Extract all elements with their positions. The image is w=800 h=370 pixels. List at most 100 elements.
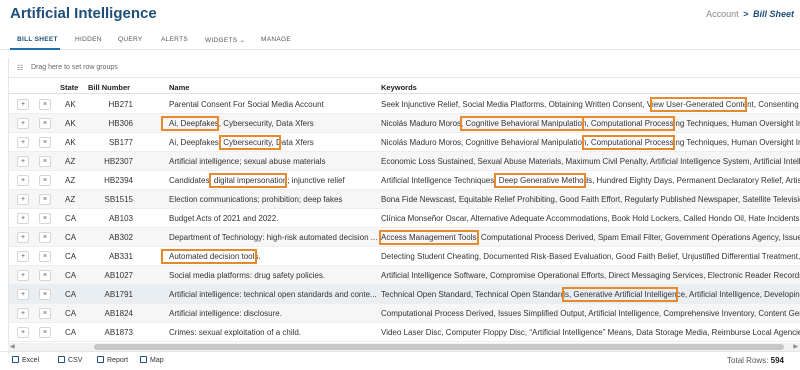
column-header-state[interactable]: State <box>60 83 78 92</box>
column-header-name[interactable]: Name <box>169 83 189 92</box>
table-row[interactable]: + × AZ HB2307 Artificial intelligence; sexua… <box>9 152 800 171</box>
remove-row-icon[interactable]: × <box>39 118 51 129</box>
cell-name[interactable]: Artificial intelligence; sexual abuse ma… <box>169 157 381 166</box>
remove-row-icon[interactable]: × <box>39 213 51 224</box>
highlight-annotation <box>379 230 479 245</box>
scrollbar-thumb[interactable] <box>94 344 784 350</box>
export-csv-button[interactable]: CSV <box>58 356 82 367</box>
cell-state: AZ <box>65 195 76 204</box>
cell-bill-number[interactable]: HB2307 <box>91 157 133 166</box>
remove-row-icon[interactable]: × <box>39 194 51 205</box>
add-row-icon[interactable]: + <box>17 194 29 205</box>
table-row[interactable]: + × CA AB331 Automated decision tools. Detect… <box>9 247 800 266</box>
remove-row-icon[interactable]: × <box>39 99 51 110</box>
remove-row-icon[interactable]: × <box>39 308 51 319</box>
cell-bill-number[interactable]: AB1791 <box>91 290 133 299</box>
add-row-icon[interactable]: + <box>17 251 29 262</box>
row-group-dropzone[interactable]: ☷ Drag here to set row groups <box>9 58 800 78</box>
cell-keywords: Clínica Monseñor Oscar, Alternative Adeq… <box>381 214 800 223</box>
report-button[interactable]: Report <box>97 356 128 367</box>
remove-row-icon[interactable]: × <box>39 327 51 338</box>
remove-row-icon[interactable]: × <box>39 289 51 300</box>
remove-row-icon[interactable]: × <box>39 270 51 281</box>
cell-bill-number[interactable]: AB1824 <box>91 309 133 318</box>
cell-state: CA <box>65 290 77 299</box>
add-row-icon[interactable]: + <box>17 213 29 224</box>
table-row[interactable]: + × AK HB306 Ai, Deepfakes, Cybersecurity, D… <box>9 114 800 133</box>
add-row-icon[interactable]: + <box>17 156 29 167</box>
table-row[interactable]: + × AZ SB1515 Election communications; prohi… <box>9 190 800 209</box>
cell-name[interactable]: Election communications; prohibition; de… <box>169 195 381 204</box>
report-icon <box>97 356 104 363</box>
cell-name[interactable]: Artificial intelligence: technical open … <box>169 290 381 299</box>
remove-row-icon[interactable]: × <box>39 137 51 148</box>
tab-hidden[interactable]: HIDDEN <box>75 36 102 43</box>
cell-bill-number[interactable]: HB306 <box>91 119 133 128</box>
remove-row-icon[interactable]: × <box>39 232 51 243</box>
cell-bill-number[interactable]: AB302 <box>91 233 133 242</box>
cell-name[interactable]: Crimes: sexual exploitation of a child. <box>169 328 381 337</box>
add-row-icon[interactable]: + <box>17 118 29 129</box>
highlight-annotation <box>582 135 675 150</box>
add-row-icon[interactable]: + <box>17 232 29 243</box>
bill-grid: ☷ Drag here to set row groups State Bill… <box>8 58 800 354</box>
excel-icon <box>12 356 19 363</box>
cell-keywords: Detecting Student Cheating, Documented R… <box>381 252 800 261</box>
cell-name[interactable]: Artificial intelligence: disclosure. <box>169 309 381 318</box>
table-row[interactable]: + × AK SB177 Ai, Deepfakes, Cybersecurity, D… <box>9 133 800 152</box>
table-row[interactable]: + × CA AB1791 Artificial intelligence: techn… <box>9 285 800 304</box>
breadcrumb-separator: > <box>743 9 749 19</box>
table-row[interactable]: + × CA AB1824 Artificial intelligence: discl… <box>9 304 800 323</box>
cell-name[interactable]: Parental Consent For Social Media Accoun… <box>169 100 381 109</box>
column-header-row: State Bill Number Name Keywords <box>9 79 800 94</box>
tab-bill-sheet[interactable]: BILL SHEET <box>17 36 58 43</box>
highlight-annotation <box>460 116 584 131</box>
cell-bill-number[interactable]: SB1515 <box>91 195 133 204</box>
tab-bar: BILL SHEET HIDDEN QUERY ALERTS WIDGETS ⌄… <box>0 30 800 50</box>
remove-row-icon[interactable]: × <box>39 251 51 262</box>
cell-name[interactable]: Department of Technology: high-risk auto… <box>169 233 381 242</box>
active-tab-indicator <box>10 48 60 50</box>
remove-row-icon[interactable]: × <box>39 175 51 186</box>
cell-bill-number[interactable]: HB2394 <box>91 176 133 185</box>
page-title: Artificial Intelligence <box>10 5 157 22</box>
grid-footer: Excel CSV Report Map Total Rows: 594 <box>0 351 800 370</box>
horizontal-scrollbar[interactable]: ◀ ▶ <box>8 343 800 351</box>
breadcrumb-account-link[interactable]: Account <box>706 9 739 19</box>
cell-bill-number[interactable]: SB177 <box>91 138 133 147</box>
remove-row-icon[interactable]: × <box>39 156 51 167</box>
total-rows-count: 594 <box>770 356 784 365</box>
add-row-icon[interactable]: + <box>17 175 29 186</box>
table-row[interactable]: + × CA AB1027 Social media platforms: drug s… <box>9 266 800 285</box>
cell-bill-number[interactable]: AB1027 <box>91 271 133 280</box>
add-row-icon[interactable]: + <box>17 99 29 110</box>
tab-alerts[interactable]: ALERTS <box>161 36 188 43</box>
add-row-icon[interactable]: + <box>17 327 29 338</box>
table-row[interactable]: + × CA AB1873 Crimes: sexual exploitation of… <box>9 323 800 342</box>
cell-name[interactable]: Social media platforms: drug safety poli… <box>169 271 381 280</box>
tab-query[interactable]: QUERY <box>118 36 143 43</box>
scroll-left-arrow-icon[interactable]: ◀ <box>10 343 15 350</box>
table-row[interactable]: + × CA AB103 Budget Acts of 2021 and 2022. Cl… <box>9 209 800 228</box>
cell-bill-number[interactable]: HB271 <box>91 100 133 109</box>
highlight-annotation <box>219 135 281 150</box>
add-row-icon[interactable]: + <box>17 137 29 148</box>
column-header-keywords[interactable]: Keywords <box>381 83 417 92</box>
table-row[interactable]: + × AZ HB2394 Candidates; digital impersonat… <box>9 171 800 190</box>
column-header-bill-number[interactable]: Bill Number <box>88 83 130 92</box>
add-row-icon[interactable]: + <box>17 289 29 300</box>
cell-state: AK <box>65 100 76 109</box>
cell-state: CA <box>65 271 77 280</box>
tab-manage[interactable]: MANAGE <box>261 36 291 43</box>
export-excel-button[interactable]: Excel <box>12 356 39 367</box>
map-button[interactable]: Map <box>140 356 164 367</box>
cell-bill-number[interactable]: AB103 <box>91 214 133 223</box>
add-row-icon[interactable]: + <box>17 308 29 319</box>
csv-icon <box>58 356 65 363</box>
scroll-right-arrow-icon[interactable]: ▶ <box>793 343 798 350</box>
cell-bill-number[interactable]: AB1873 <box>91 328 133 337</box>
cell-bill-number[interactable]: AB331 <box>91 252 133 261</box>
tab-widgets[interactable]: WIDGETS ⌄ <box>205 36 245 44</box>
add-row-icon[interactable]: + <box>17 270 29 281</box>
cell-name[interactable]: Budget Acts of 2021 and 2022. <box>169 214 381 223</box>
